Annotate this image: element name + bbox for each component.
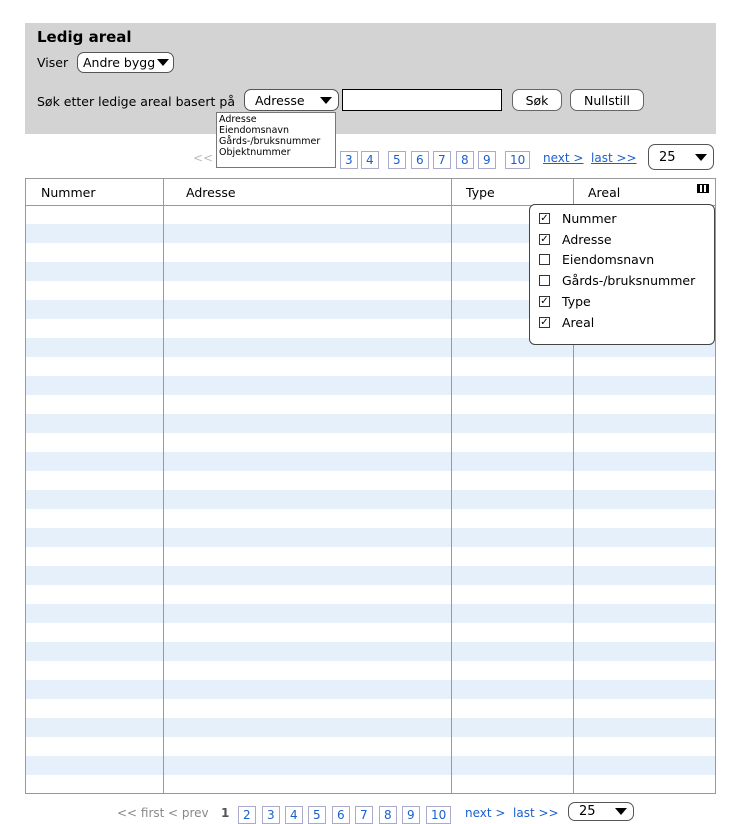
checkbox[interactable]: ✓ [539, 213, 550, 224]
pager-first[interactable]: << first [117, 806, 164, 820]
column-option-adresse[interactable]: ✓ Adresse [539, 232, 612, 247]
column-header-adresse[interactable]: Adresse [186, 185, 236, 200]
pager-page[interactable]: 9 [478, 151, 496, 169]
column-option-eiendomsnavn[interactable]: Eiendomsnavn [539, 252, 654, 267]
pager-next[interactable]: next > [465, 806, 505, 820]
table-row[interactable] [26, 547, 715, 566]
column-option-areal[interactable]: ✓ Areal [539, 315, 594, 330]
table-row[interactable] [26, 528, 715, 547]
table-row[interactable] [26, 756, 715, 775]
column-divider [451, 179, 452, 793]
table-row[interactable] [26, 376, 715, 395]
column-chooser-icon[interactable] [697, 184, 709, 193]
pager-page[interactable]: 6 [411, 151, 429, 169]
dropdown-option[interactable]: Eiendomsnavn [219, 125, 333, 136]
pager-prev[interactable]: < prev [168, 806, 209, 820]
pager-page[interactable]: 2 [238, 806, 256, 824]
chevron-down-icon [695, 153, 707, 161]
checkbox[interactable] [539, 254, 550, 265]
viser-select-value: Andre bygg [83, 55, 156, 70]
per-page-select[interactable]: 25 [648, 144, 714, 170]
pager-page[interactable]: 3 [262, 806, 280, 824]
per-page-value: 25 [659, 149, 676, 165]
column-option-nummer[interactable]: ✓ Nummer [539, 211, 616, 226]
per-page-value: 25 [579, 804, 596, 819]
table-row[interactable] [26, 509, 715, 528]
checkbox[interactable]: ✓ [539, 317, 550, 328]
pager-page[interactable]: 9 [402, 806, 420, 824]
pager-page[interactable]: 7 [355, 806, 373, 824]
pager-last[interactable]: last >> [591, 151, 637, 165]
table-row[interactable] [26, 699, 715, 718]
search-button[interactable]: Søk [512, 89, 562, 111]
table-row[interactable] [26, 661, 715, 680]
page-title: Ledig areal [37, 28, 132, 46]
pager-page[interactable]: 8 [456, 151, 474, 169]
column-option-label: Areal [562, 315, 595, 330]
column-header-nummer[interactable]: Nummer [41, 185, 95, 200]
table-row[interactable] [26, 585, 715, 604]
pager-page[interactable]: 3 [340, 151, 358, 169]
table-row[interactable] [26, 357, 715, 376]
dropdown-option[interactable]: Gårds-/bruksnummer [219, 136, 333, 147]
table-row[interactable] [26, 775, 715, 793]
column-header-areal[interactable]: Areal [588, 185, 620, 200]
table-row[interactable] [26, 718, 715, 737]
viser-label: Viser [37, 55, 69, 70]
pager-page[interactable]: 10 [505, 151, 531, 169]
pager-page[interactable]: 5 [308, 806, 326, 824]
table-row[interactable] [26, 490, 715, 509]
column-divider [163, 179, 164, 793]
table-row[interactable] [26, 452, 715, 471]
chevron-down-icon [157, 59, 170, 66]
table-row[interactable] [26, 433, 715, 452]
table-row[interactable] [26, 566, 715, 585]
pager-page[interactable]: 7 [433, 151, 451, 169]
pager-page[interactable]: 5 [388, 151, 406, 169]
chevron-down-icon [615, 808, 627, 815]
viser-select[interactable]: Andre bygg [77, 52, 175, 73]
dropdown-option[interactable]: Objektnummer [219, 147, 333, 158]
search-field-dropdown: Adresse Eiendomsnavn Gårds-/bruksnummer … [216, 112, 336, 168]
pager-last[interactable]: last >> [513, 806, 559, 820]
pager-next[interactable]: next > [543, 151, 583, 165]
per-page-select-bottom[interactable]: 25 [568, 802, 634, 821]
column-option-label: Gårds-/bruksnummer [562, 273, 696, 288]
table-row[interactable] [26, 471, 715, 490]
pager-page[interactable]: 8 [379, 806, 397, 824]
column-option-label: Nummer [562, 211, 617, 226]
table-row[interactable] [26, 395, 715, 414]
pager-prev[interactable]: << [193, 151, 213, 165]
column-header-type[interactable]: Type [466, 185, 495, 200]
reset-button[interactable]: Nullstill [570, 89, 644, 111]
checkbox[interactable]: ✓ [539, 234, 550, 245]
checkbox[interactable] [539, 275, 550, 286]
pager-page[interactable]: 6 [332, 806, 350, 824]
search-label: Søk etter ledige areal basert på [37, 94, 235, 109]
column-option-label: Eiendomsnavn [562, 252, 655, 267]
grid-header: Nummer Adresse Type Areal [26, 179, 715, 206]
dropdown-option[interactable]: Adresse [219, 114, 333, 125]
filter-panel: Ledig areal Viser Andre bygg Søk etter l… [25, 23, 716, 134]
checkbox[interactable]: ✓ [539, 296, 550, 307]
search-field-select[interactable]: Adresse [244, 89, 339, 111]
pager-page[interactable]: 10 [426, 806, 452, 824]
column-option-label: Adresse [562, 232, 612, 247]
search-input[interactable] [342, 89, 502, 111]
column-option-type[interactable]: ✓ Type [539, 294, 591, 309]
pager-current: 1 [221, 806, 230, 820]
pager-page[interactable]: 4 [361, 151, 379, 169]
table-row[interactable] [26, 642, 715, 661]
table-row[interactable] [26, 623, 715, 642]
chevron-down-icon [320, 96, 332, 104]
search-field-value: Adresse [255, 92, 305, 108]
table-row[interactable] [26, 414, 715, 433]
column-option-label: Type [562, 294, 591, 309]
table-row[interactable] [26, 737, 715, 756]
table-row[interactable] [26, 604, 715, 623]
table-row[interactable] [26, 680, 715, 699]
column-option-gards-bruksnummer[interactable]: Gårds-/bruksnummer [539, 273, 695, 288]
pager-page[interactable]: 4 [285, 806, 303, 824]
column-chooser-menu: ✓ Nummer ✓ Adresse Eiendomsnavn Gårds-/b… [529, 204, 715, 345]
